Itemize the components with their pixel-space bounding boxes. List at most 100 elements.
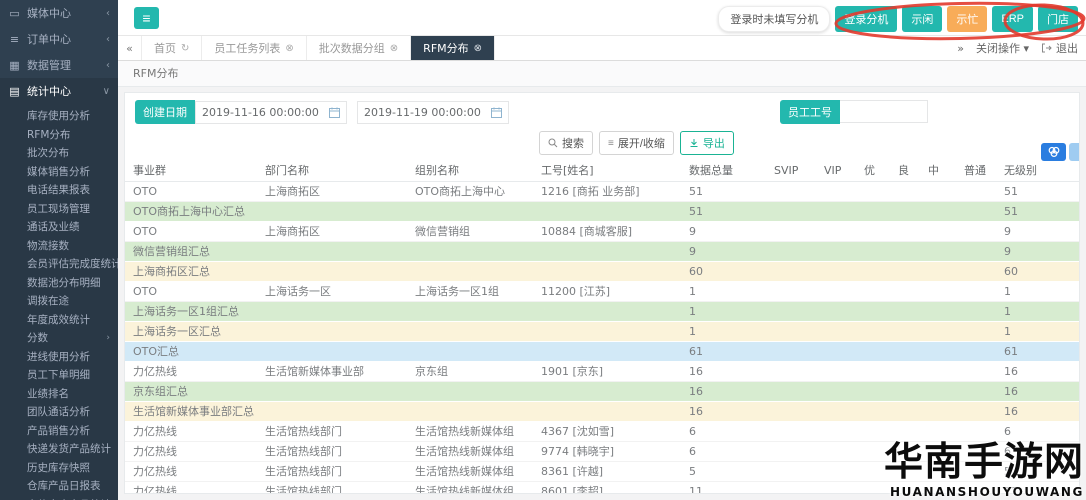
sidebar-item[interactable]: 历史库存快照: [0, 459, 118, 478]
close-tab-icon[interactable]: ⊗: [285, 43, 293, 54]
table-cell: [856, 201, 890, 222]
tab[interactable]: 首页 ↻: [142, 36, 203, 60]
table-row[interactable]: 力亿热线 生活馆热线部门 生活馆热线新媒体组 4367 [沈如雪] 6 6: [125, 421, 1079, 442]
sidebar-item[interactable]: 产品销售分析: [0, 422, 118, 441]
table-summary-row[interactable]: OTO汇总 61 61: [125, 341, 1079, 362]
sidebar-item[interactable]: RFM分布: [0, 126, 118, 145]
column-header[interactable]: SVIP: [766, 160, 816, 182]
column-header[interactable]: 无级别: [996, 160, 1042, 182]
chart-view-button[interactable]: [1041, 143, 1066, 161]
table-summary-row[interactable]: 京东组汇总 16 16: [125, 381, 1079, 402]
topbar-button[interactable]: ERP: [992, 6, 1033, 32]
sidebar-item-label: 快递发货产品统计: [27, 443, 111, 455]
table-summary-row[interactable]: 上海话务一区汇总 1 1: [125, 321, 1079, 342]
table-cell: [856, 321, 890, 342]
table-cell: [407, 401, 533, 422]
column-header[interactable]: 中: [920, 160, 956, 182]
table-summary-row[interactable]: OTO商拓上海中心汇总 51 51: [125, 201, 1079, 222]
date-from-input[interactable]: 2019-11-16 00:00:00: [195, 100, 347, 124]
column-header[interactable]: 工号[姓名]: [533, 160, 681, 182]
column-header[interactable]: VIP: [816, 160, 856, 182]
close-tab-icon[interactable]: ⊗: [390, 43, 398, 54]
sidebar-item-label: 库存使用分析: [27, 110, 90, 122]
table-cell: 生活馆热线新媒体组: [407, 441, 533, 462]
tabs-scroll-left-button[interactable]: «: [118, 36, 142, 60]
tab[interactable]: 批次数据分组 ⊗: [306, 36, 412, 60]
expand-collapse-button[interactable]: ≡ 展开/收缩: [599, 131, 674, 155]
table-summary-row[interactable]: 上海话务一区1组汇总 1 1: [125, 301, 1079, 322]
table-row[interactable]: OTO 上海话务一区 上海话务一区1组 11200 [江苏] 1 1: [125, 281, 1079, 302]
sidebar-item[interactable]: 媒体销售分析: [0, 163, 118, 182]
sidebar-item[interactable]: 快递发货产品统计: [0, 440, 118, 459]
sidebar-section[interactable]: ▤ 统计中心 ∨: [0, 78, 118, 104]
column-header[interactable]: 良: [890, 160, 920, 182]
menu-toggle-button[interactable]: ≡: [134, 7, 159, 29]
sidebar-item[interactable]: 库存使用分析: [0, 107, 118, 126]
sidebar-item[interactable]: 电话结果报表: [0, 181, 118, 200]
table-cell: [766, 461, 816, 482]
clipped-tool-button[interactable]: [1069, 143, 1079, 161]
table-row[interactable]: OTO 上海商拓区 OTO商拓上海中心 1216 [商拓 业务部] 51 51: [125, 181, 1079, 202]
table-row[interactable]: OTO 上海商拓区 微信营销组 10884 [商城客服] 9 9: [125, 221, 1079, 242]
table-cell: 6: [996, 421, 1042, 442]
table-cell: 1216 [商拓 业务部]: [533, 181, 681, 202]
sidebar-item-label: 批次分布: [27, 147, 69, 159]
table-cell: OTO: [125, 221, 257, 242]
sidebar-section[interactable]: ▭ 媒体中心 ‹: [0, 0, 118, 26]
logout-button[interactable]: 退出: [1041, 40, 1078, 56]
table-summary-row[interactable]: 上海商拓区汇总 60 60: [125, 261, 1079, 282]
sidebar-item[interactable]: 进线使用分析: [0, 348, 118, 367]
column-header[interactable]: 普通: [956, 160, 996, 182]
sidebar-item[interactable]: 年度成效统计: [0, 311, 118, 330]
chart-icon: ▤: [9, 84, 20, 98]
table-summary-row[interactable]: 微信营销组汇总 9 9: [125, 241, 1079, 262]
sidebar-item[interactable]: 物流接数: [0, 237, 118, 256]
close-tab-icon[interactable]: ⊗: [474, 43, 482, 54]
topbar-button[interactable]: 示闲: [902, 6, 943, 32]
export-button[interactable]: 导出: [679, 131, 734, 155]
table-cell: 51: [681, 181, 766, 202]
topbar-button[interactable]: 示忙: [947, 6, 988, 32]
sidebar-section[interactable]: ≡ 订单中心 ‹: [0, 26, 118, 52]
tab-label: 首页: [154, 42, 176, 55]
sidebar-item[interactable]: 团队通话分析: [0, 403, 118, 422]
sidebar-item[interactable]: 员工现场管理: [0, 200, 118, 219]
column-header[interactable]: 优: [856, 160, 890, 182]
table-cell: 1901 [京东]: [533, 361, 681, 382]
main-area: ≡ 登录时未填写分机 登录分机 示闲 示忙 ERP 门店 « 首页 ↻ 员工任务列表 ⊗ 批次数…: [118, 0, 1086, 500]
sidebar-item[interactable]: 员工下单明细: [0, 366, 118, 385]
column-header-tools-spacer: [1042, 160, 1079, 182]
sidebar-item[interactable]: 通话及业绩: [0, 218, 118, 237]
column-header[interactable]: 组别名称: [407, 160, 533, 182]
tab-label: 员工任务列表: [214, 42, 281, 55]
sidebar-item[interactable]: 分数 ›: [0, 329, 118, 348]
sidebar-section[interactable]: ▦ 数据管理 ‹: [0, 52, 118, 78]
monitor-icon: ▭: [9, 6, 20, 20]
sidebar-item[interactable]: 业绩排名: [0, 385, 118, 404]
search-button[interactable]: 搜索: [539, 131, 593, 155]
table-cell: 11200 [江苏]: [533, 281, 681, 302]
table-row[interactable]: 力亿热线 生活馆新媒体事业部 京东组 1901 [京东] 16 16: [125, 361, 1079, 382]
topbar-button[interactable]: 门店: [1038, 6, 1078, 32]
tabs-scroll-right-button[interactable]: »: [957, 42, 964, 55]
column-header[interactable]: 数据总量: [681, 160, 766, 182]
sidebar-item-label: 产品销售分析: [27, 424, 90, 437]
column-header[interactable]: 事业群: [125, 160, 257, 182]
table-summary-row[interactable]: 生活馆新媒体事业部汇总 16 16: [125, 401, 1079, 422]
sidebar-item[interactable]: 调拨在途: [0, 292, 118, 311]
date-to-input[interactable]: 2019-11-19 00:00:00: [357, 100, 509, 124]
sidebar-item[interactable]: 批次分布: [0, 144, 118, 163]
employee-id-input[interactable]: [840, 100, 928, 123]
sidebar-item[interactable]: 会员评估完成度统计: [0, 255, 118, 274]
tab[interactable]: 员工任务列表 ⊗: [202, 36, 307, 60]
table-cell: [856, 361, 890, 382]
sidebar-item[interactable]: 数据池分布明细: [0, 274, 118, 293]
topbar-button[interactable]: 登录分机: [835, 6, 898, 32]
sidebar-item[interactable]: 仓库产品日报表: [0, 477, 118, 496]
sidebar-item[interactable]: 实体仓库产品统计: [0, 496, 118, 500]
tab[interactable]: RFM分布 ⊗: [411, 36, 496, 60]
column-header[interactable]: 部门名称: [257, 160, 407, 182]
refresh-icon[interactable]: ↻: [181, 43, 189, 54]
table-cell: [956, 361, 996, 382]
close-operations-dropdown[interactable]: 关闭操作 ▾: [976, 40, 1029, 56]
